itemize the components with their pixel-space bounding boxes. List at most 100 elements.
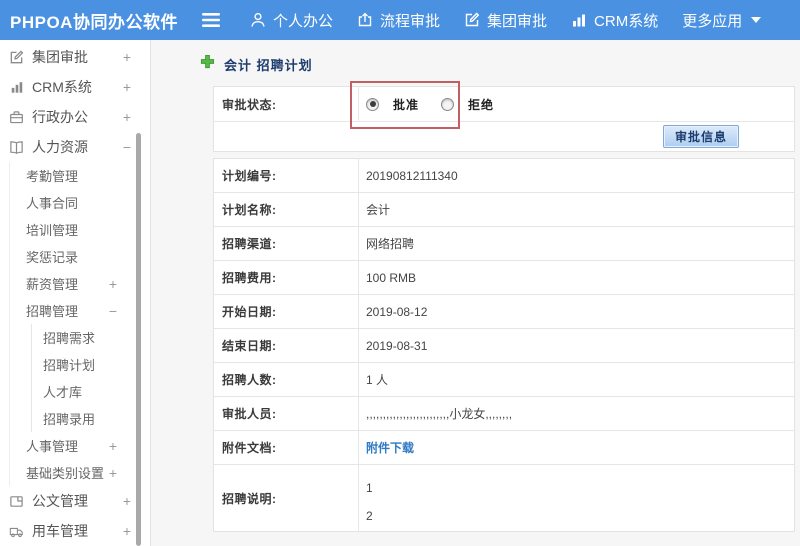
export-icon [357, 12, 373, 28]
field-label: 招聘人数: [214, 363, 359, 396]
table-row: 计划编号: 20190812111340 [214, 159, 794, 193]
add-plus-icon [200, 54, 215, 74]
field-label: 审批人员: [214, 397, 359, 430]
main-content: 会计 招聘计划 审批状态: 批准 拒绝 审批信息 计划编号: 201908121… [151, 40, 800, 546]
sidebar-label: 人才库 [43, 385, 83, 400]
bar-chart-icon [571, 12, 587, 28]
table-row: 招聘人数: 1 人 [214, 363, 794, 397]
sidebar-item-recruit-plan[interactable]: 招聘计划 [32, 351, 150, 378]
hr-submenu: 考勤管理 人事合同 培训管理 奖惩记录 薪资管理 + 招聘管理 − 招聘需求 招… [9, 162, 150, 486]
user-icon [250, 12, 266, 28]
nav-workflow-approval[interactable]: 流程审批 [357, 10, 440, 31]
reject-radio[interactable] [441, 97, 455, 111]
expand-plus-icon[interactable]: + [109, 276, 117, 292]
field-label: 审批状态: [214, 87, 359, 121]
expand-plus-icon[interactable]: + [109, 465, 117, 481]
sidebar-item-personnel[interactable]: 人事管理 + [10, 432, 150, 459]
collapse-minus-icon[interactable]: − [123, 139, 131, 155]
expand-plus-icon[interactable]: + [123, 79, 131, 95]
bar-chart-icon [9, 80, 24, 95]
table-row: 招聘费用: 100 RMB [214, 261, 794, 295]
attachment-download-link[interactable]: 附件下载 [366, 439, 414, 456]
sidebar-label: 人力资源 [32, 139, 88, 155]
sidebar-item-vehicle[interactable]: 用车管理 + [0, 516, 150, 546]
sidebar-item-crm-system[interactable]: CRM系统 + [0, 72, 150, 102]
approval-radio-group: 批准 拒绝 [366, 96, 506, 113]
approval-info-button[interactable]: 审批信息 [662, 125, 739, 148]
table-row: 附件文档: 附件下载 [214, 431, 794, 465]
page-title: 会计 招聘计划 [200, 54, 313, 74]
expand-plus-icon[interactable]: + [123, 493, 131, 509]
nav-crm-system[interactable]: CRM系统 [571, 10, 658, 31]
app-brand: PHPOA协同办公软件 [10, 12, 178, 32]
sidebar-item-talent-pool[interactable]: 人才库 [32, 378, 150, 405]
nav-label: 个人办公 [273, 12, 334, 30]
sidebar-item-group-approval[interactable]: 集团审批 + [0, 42, 150, 72]
detail-panel: 审批状态: 批准 拒绝 审批信息 计划编号: 20190812111340 计划… [213, 86, 795, 532]
nav-group-approval[interactable]: 集团审批 [464, 10, 547, 31]
plan-detail-table: 计划编号: 20190812111340 计划名称: 会计 招聘渠道: 网络招聘… [213, 158, 795, 532]
caret-down-icon [751, 17, 762, 23]
sidebar-item-base-category[interactable]: 基础类别设置 + [10, 459, 150, 486]
table-row: 招聘说明: 1 2 [214, 465, 794, 531]
sidebar-label: 考勤管理 [26, 169, 79, 184]
field-label: 计划编号: [214, 159, 359, 192]
reject-radio-label[interactable]: 拒绝 [468, 96, 494, 113]
field-value: 20190812111340 [366, 168, 458, 183]
nav-label: 流程审批 [380, 12, 441, 30]
sidebar-label: 人事合同 [26, 196, 79, 211]
sidebar-label: 招聘录用 [43, 412, 96, 427]
sidebar-scrollbar[interactable] [136, 133, 141, 546]
sidebar-item-attendance[interactable]: 考勤管理 [10, 162, 150, 189]
sidebar: 集团审批 + CRM系统 + 行政办公 + 人力资源 − 考勤管理 人事合同 培… [0, 40, 151, 546]
expand-plus-icon[interactable]: + [109, 438, 117, 454]
nav-personal-office[interactable]: 个人办公 [250, 10, 333, 31]
field-value: 网络招聘 [366, 237, 415, 251]
sidebar-item-recruit-hire[interactable]: 招聘录用 [32, 405, 150, 432]
sidebar-label: 招聘需求 [43, 331, 96, 346]
expand-plus-icon[interactable]: + [123, 109, 131, 125]
sidebar-item-rewards[interactable]: 奖惩记录 [10, 243, 150, 270]
sidebar-label: 集团审批 [32, 49, 88, 65]
sidebar-item-admin-office[interactable]: 行政办公 + [0, 102, 150, 132]
table-row: 审批状态: 批准 拒绝 [214, 87, 794, 122]
sidebar-label: 行政办公 [32, 109, 88, 125]
approve-radio[interactable] [366, 97, 379, 111]
sidebar-item-training[interactable]: 培训管理 [10, 216, 150, 243]
nav-label: 集团审批 [487, 12, 548, 30]
field-label: 结束日期: [214, 329, 359, 362]
nav-more-apps[interactable]: 更多应用 [682, 10, 762, 31]
field-value: 会计 [366, 203, 391, 217]
top-nav: 个人办公 流程审批 集团审批 CRM系统 更多应用 [250, 10, 762, 31]
field-label: 附件文档: [214, 431, 359, 464]
nav-label: 更多应用 [682, 12, 743, 30]
page-title-text: 会计 招聘计划 [224, 57, 313, 73]
field-label: 计划名称: [214, 193, 359, 226]
approve-radio-label[interactable]: 批准 [393, 96, 419, 113]
sidebar-label: 奖惩记录 [26, 250, 79, 265]
sidebar-label: 培训管理 [26, 223, 79, 238]
field-value: 1 2 [359, 465, 794, 531]
table-row: 计划名称: 会计 [214, 193, 794, 227]
sidebar-item-documents[interactable]: 公文管理 + [0, 486, 150, 516]
recruitment-submenu: 招聘需求 招聘计划 人才库 招聘录用 [31, 324, 150, 432]
field-value: 2019-08-12 [366, 304, 428, 319]
edit-icon [464, 12, 480, 28]
sidebar-item-recruitment[interactable]: 招聘管理 − [10, 297, 150, 324]
sidebar-item-human-resources[interactable]: 人力资源 − [0, 132, 150, 162]
sidebar-item-salary[interactable]: 薪资管理 + [10, 270, 150, 297]
book-icon [9, 140, 24, 155]
table-row: 招聘渠道: 网络招聘 [214, 227, 794, 261]
field-label: 招聘说明: [214, 465, 359, 531]
sidebar-item-hr-contract[interactable]: 人事合同 [10, 189, 150, 216]
table-row: 审批信息 [214, 122, 794, 151]
sidebar-label: 公文管理 [32, 493, 88, 509]
field-value: 100 RMB [366, 270, 417, 285]
expand-plus-icon[interactable]: + [123, 523, 131, 539]
hamburger-menu-icon[interactable] [202, 13, 220, 27]
sidebar-item-recruit-demand[interactable]: 招聘需求 [32, 324, 150, 351]
sidebar-label: 薪资管理 [26, 277, 79, 292]
expand-plus-icon[interactable]: + [123, 49, 131, 65]
table-row: 开始日期: 2019-08-12 [214, 295, 794, 329]
collapse-minus-icon[interactable]: − [109, 303, 117, 319]
